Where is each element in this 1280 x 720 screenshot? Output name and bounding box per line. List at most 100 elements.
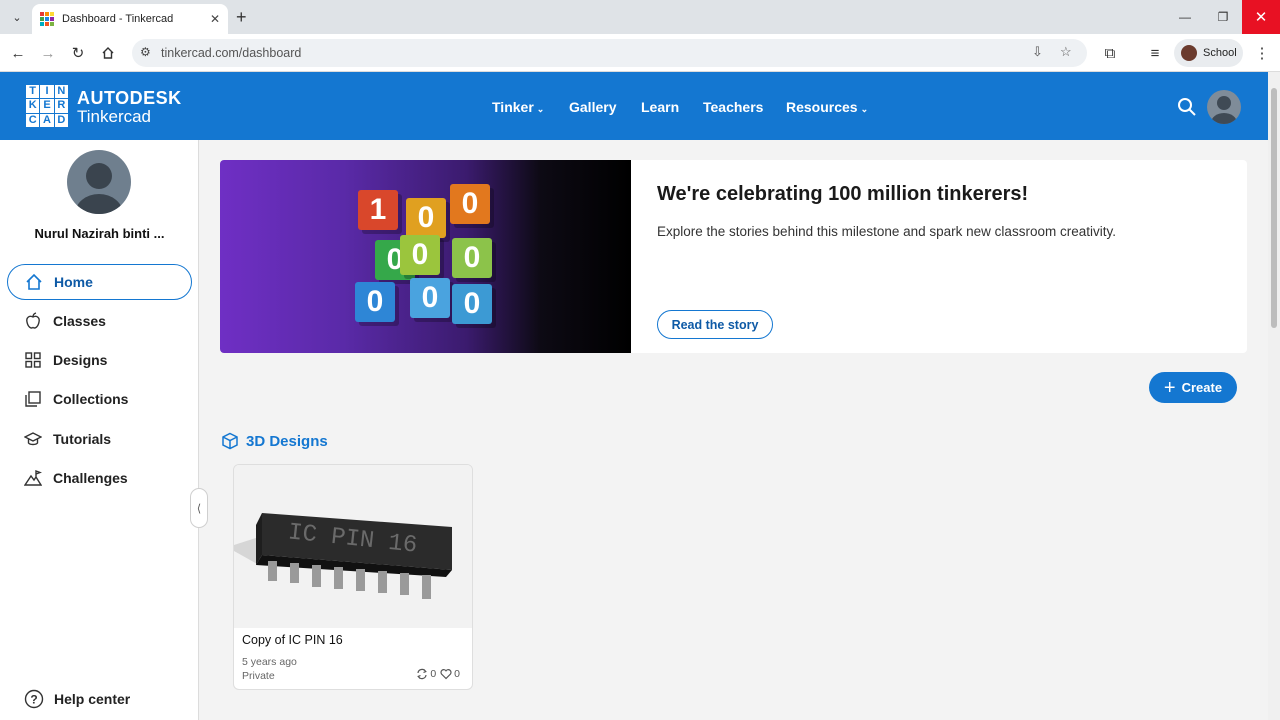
collapse-sidebar-icon[interactable]: ⟨ — [190, 488, 208, 528]
page-scrollbar[interactable] — [1268, 72, 1280, 720]
logo-letter: E — [40, 99, 54, 113]
nav-tinker[interactable]: Tinker ⌄ — [492, 99, 544, 115]
scrollbar-thumb[interactable] — [1271, 88, 1277, 328]
extensions-icon[interactable]: ⧉ — [1100, 43, 1120, 63]
brand-tinkercad: Tinkercad — [77, 107, 152, 126]
new-tab-icon[interactable]: + — [236, 7, 247, 28]
help-icon: ? — [24, 689, 44, 709]
sidebar-item-tutorials[interactable]: Tutorials — [7, 421, 192, 457]
banner-image: 1 0 0 0 0 0 0 0 0 — [220, 160, 631, 353]
tab-close-icon[interactable]: ✕ — [210, 12, 220, 26]
copy-icon — [417, 668, 428, 680]
sidebar-item-challenges[interactable]: Challenges — [7, 460, 192, 496]
tab-title: Dashboard - Tinkercad — [62, 13, 174, 25]
browser-menu-icon[interactable]: ⋮ — [1252, 43, 1272, 63]
grid-icon — [25, 352, 41, 368]
profile-label: School — [1203, 47, 1237, 59]
profile-button[interactable]: School — [1174, 39, 1243, 67]
sidebar-item-label: Collections — [53, 391, 129, 407]
nav-resources[interactable]: Resources ⌄ — [786, 99, 868, 115]
reload-icon[interactable]: ↻ — [68, 43, 88, 63]
cube-icon — [222, 432, 238, 450]
logo-letter: C — [26, 113, 40, 127]
create-button[interactable]: + Create — [1149, 372, 1237, 403]
section-title: 3D Designs — [246, 432, 328, 450]
svg-text:?: ? — [30, 693, 37, 707]
digit-cube: 0 — [452, 238, 492, 278]
digit-cube: 0 — [450, 184, 490, 224]
bookmark-star-icon[interactable]: ☆ — [1060, 44, 1072, 60]
user-avatar[interactable] — [1207, 90, 1241, 124]
logo-letter: R — [54, 99, 68, 113]
banner-title: We're celebrating 100 million tinkerers! — [657, 183, 1029, 205]
read-story-button[interactable]: Read the story — [657, 310, 773, 339]
brand-autodesk: AUTODESK — [77, 88, 182, 108]
design-thumbnail[interactable]: IC PIN 16 — [234, 465, 472, 628]
browser-toolbar: ← → ↻ ⚙ tinkercad.com/dashboard ⇩ ☆ ⧉ ≡ … — [0, 34, 1280, 72]
help-center-link[interactable]: ? Help center — [24, 689, 130, 709]
sidebar-item-classes[interactable]: Classes — [7, 303, 192, 339]
sidebar-item-label: Challenges — [53, 470, 128, 486]
design-visibility: Private — [242, 670, 275, 682]
promo-banner: 1 0 0 0 0 0 0 0 0 We're celebrating 100 … — [220, 160, 1247, 353]
address-bar[interactable]: ⚙ tinkercad.com/dashboard ⇩ ☆ — [132, 39, 1087, 67]
app-header: TINKERCAD AUTODESK Tinkercad Tinker ⌄ Gal… — [0, 72, 1268, 140]
banner-subtitle: Explore the stories behind this mileston… — [657, 224, 1116, 239]
digit-cube: 0 — [400, 235, 440, 275]
search-icon[interactable] — [1177, 97, 1197, 117]
tinkercad-logo[interactable]: TINKERCAD — [26, 85, 68, 127]
section-3d-designs[interactable]: 3D Designs — [221, 432, 328, 450]
heart-icon[interactable] — [440, 668, 452, 680]
digit-cube: 0 — [355, 282, 395, 322]
logo-letter: N — [54, 85, 68, 99]
media-controls-icon[interactable]: ≡ — [1145, 43, 1165, 63]
design-name[interactable]: Copy of IC PIN 16 — [242, 633, 343, 647]
install-app-icon[interactable]: ⇩ — [1032, 44, 1043, 60]
logo-letter: I — [40, 85, 54, 99]
sidebar-item-label: Designs — [53, 352, 108, 368]
digit-cube: 0 — [452, 284, 492, 324]
sidebar-item-collections[interactable]: Collections — [7, 381, 192, 417]
design-date: 5 years ago — [242, 656, 297, 668]
nav-teachers[interactable]: Teachers — [703, 99, 763, 115]
logo-letter: T — [26, 85, 40, 99]
create-label: Create — [1181, 380, 1223, 395]
nav-gallery[interactable]: Gallery — [569, 99, 616, 115]
back-arrow-icon[interactable]: ← — [8, 43, 28, 63]
restore-window-icon[interactable]: ❐ — [1204, 0, 1242, 34]
close-window-icon[interactable]: ✕ — [1242, 0, 1280, 34]
tab-search-dropdown-icon[interactable]: ⌄ — [6, 6, 28, 28]
collections-icon — [25, 391, 41, 407]
design-stats: 0 0 — [416, 668, 464, 680]
profile-avatar-large[interactable] — [67, 150, 131, 214]
profile-avatar — [1181, 45, 1197, 61]
sidebar-item-designs[interactable]: Designs — [7, 342, 192, 378]
sidebar-item-label: Tutorials — [53, 431, 112, 447]
copy-count: 0 — [430, 668, 437, 680]
sidebar-item-label: Home — [54, 274, 93, 290]
sidebar-item-label: Classes — [53, 313, 106, 329]
home-browser-icon[interactable] — [98, 43, 118, 63]
minimize-window-icon[interactable]: — — [1166, 0, 1204, 34]
like-count: 0 — [454, 668, 460, 680]
url-text: tinkercad.com/dashboard — [161, 46, 302, 60]
forward-arrow-icon[interactable]: → — [38, 43, 58, 63]
plus-icon: + — [1163, 376, 1176, 399]
browser-tab[interactable]: Dashboard - Tinkercad ✕ — [32, 4, 228, 34]
graduation-cap-icon — [24, 432, 42, 446]
apple-icon — [26, 312, 40, 329]
logo-letter: A — [40, 113, 54, 127]
nav-learn[interactable]: Learn — [641, 99, 679, 115]
browser-tab-strip: ⌄ Dashboard - Tinkercad ✕ + — ❐ ✕ — [0, 0, 1280, 34]
sidebar-item-home[interactable]: Home — [7, 264, 192, 300]
design-card[interactable]: IC PIN 16 Copy of IC PIN 16 5 years ago … — [233, 464, 473, 690]
logo-letter: K — [26, 99, 40, 113]
digit-cube: 1 — [358, 190, 398, 230]
mountain-flag-icon — [24, 469, 42, 486]
digit-cube: 0 — [410, 278, 450, 318]
user-name[interactable]: Nurul Nazirah binti ... — [0, 226, 199, 241]
help-center-label: Help center — [54, 691, 131, 707]
tinkercad-favicon-icon — [40, 12, 54, 26]
home-icon — [26, 273, 42, 290]
site-info-icon[interactable]: ⚙ — [140, 45, 151, 59]
